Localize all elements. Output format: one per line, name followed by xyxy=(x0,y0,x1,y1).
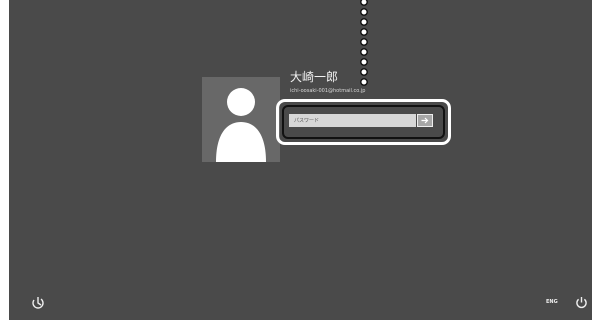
power-icon xyxy=(576,297,587,309)
password-callout-frame xyxy=(276,99,451,145)
user-email: ichi-oosaki-001@hotmail.co.jp xyxy=(290,88,366,94)
user-silhouette-icon xyxy=(216,88,266,162)
password-callout-frame-inner xyxy=(282,105,445,139)
lock-screen: 大崎一郎 ichi-oosaki-001@hotmail.co.jp ENG xyxy=(9,0,592,320)
language-indicator[interactable]: ENG xyxy=(546,299,558,305)
dotted-pointer-line xyxy=(360,0,368,86)
ease-of-access-button[interactable] xyxy=(31,295,45,309)
ease-of-access-icon xyxy=(32,297,44,309)
power-button[interactable] xyxy=(575,294,588,309)
user-avatar xyxy=(202,77,280,162)
user-name: 大崎一郎 xyxy=(290,70,339,84)
